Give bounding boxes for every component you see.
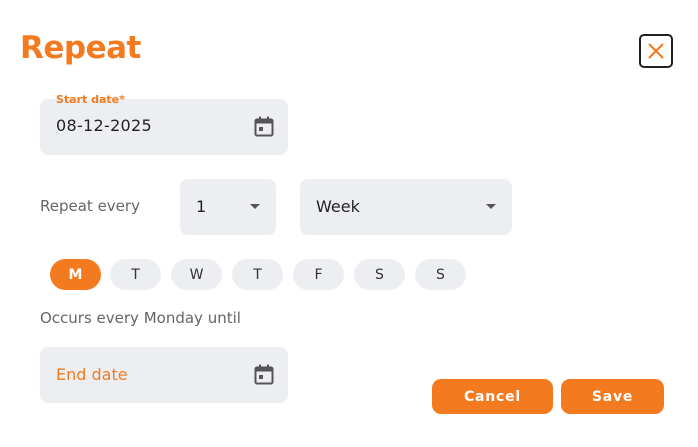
calendar-icon[interactable] [254,116,274,138]
day-toggle-wednesday[interactable]: W [171,259,222,290]
day-toggle-saturday[interactable]: S [354,259,405,290]
day-toggle-thursday[interactable]: T [232,259,283,290]
end-date-placeholder: End date [56,365,128,384]
repeat-dialog: Repeat Start date* 08-12-2025 Repeat eve… [0,0,698,447]
repeat-unit-value: Week [316,197,360,216]
close-icon [648,43,664,59]
cancel-button[interactable]: Cancel [432,379,553,414]
start-date-value: 08-12-2025 [56,116,152,135]
calendar-icon[interactable] [254,364,274,386]
day-toggle-tuesday[interactable]: T [110,259,161,290]
chevron-down-icon [486,204,496,209]
end-date-field[interactable]: End date [40,347,288,403]
repeat-unit-select[interactable]: Week [300,179,512,235]
save-button[interactable]: Save [561,379,664,414]
day-toggle-friday[interactable]: F [293,259,344,290]
start-date-label: Start date* [56,93,125,106]
day-toggle-monday[interactable]: M [50,259,101,290]
dialog-title: Repeat [20,30,141,66]
repeat-count-select[interactable]: 1 [180,179,276,235]
start-date-field[interactable]: Start date* 08-12-2025 [40,93,288,155]
repeat-every-label: Repeat every [40,197,140,215]
recurrence-summary: Occurs every Monday until [40,309,241,327]
repeat-count-value: 1 [196,197,207,216]
chevron-down-icon [250,204,260,209]
close-button[interactable] [639,34,673,68]
day-toggle-sunday[interactable]: S [415,259,466,290]
